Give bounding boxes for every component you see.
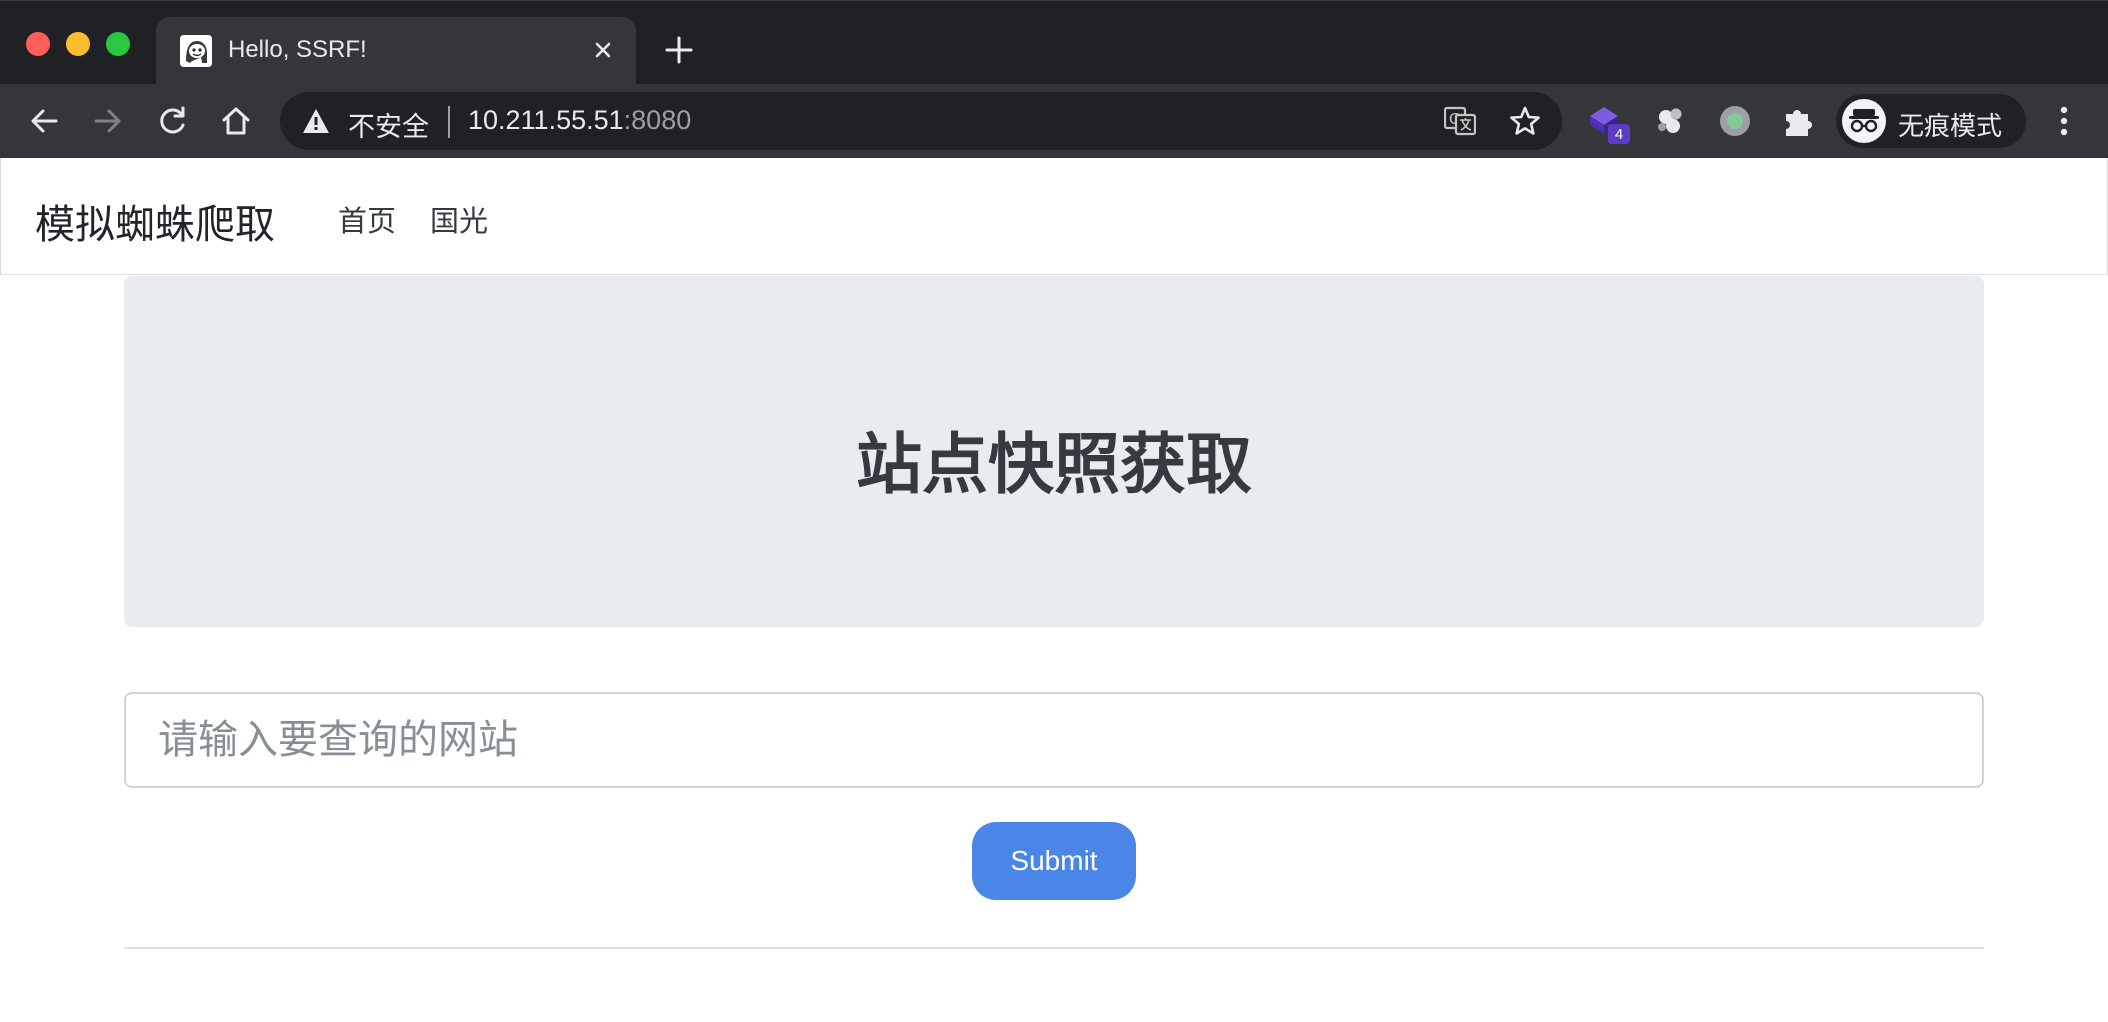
nav-link-guoguang[interactable]: 国光 (430, 198, 488, 240)
nav-link-home[interactable]: 首页 (338, 198, 396, 240)
website-url-input[interactable] (124, 692, 1984, 788)
url-text[interactable]: 10.211.55.51:8080 (468, 105, 691, 136)
address-bar-separator (448, 106, 450, 138)
web-page: 模拟蜘蛛爬取 首页 国光 站点快照获取 Submit (0, 158, 2108, 1022)
browser-tab-active[interactable]: Hello, SSRF! (156, 17, 636, 85)
incognito-profile-button[interactable]: 无痕模式 (1836, 94, 2026, 148)
reload-icon[interactable] (152, 101, 192, 141)
page-heading: 站点快照获取 (856, 426, 1252, 503)
not-secure-warning-icon[interactable] (302, 108, 330, 134)
puzzle-extensions-icon[interactable] (1776, 98, 1822, 144)
meme-face-icon (180, 35, 212, 67)
extension-badge-count: 4 (1615, 126, 1623, 143)
url-port: :8080 (623, 105, 692, 135)
translate-icon[interactable]: G (1443, 106, 1477, 136)
address-bar[interactable]: 不安全 10.211.55.51:8080 G (280, 92, 1562, 150)
zoom-window-button[interactable] (106, 32, 130, 56)
submit-button[interactable]: Submit (972, 822, 1136, 900)
close-window-button[interactable] (26, 32, 50, 56)
tab-strip: Hello, SSRF! (0, 0, 2108, 85)
security-status-label[interactable]: 不安全 (348, 105, 429, 144)
purple-cube-extension-icon[interactable]: 4 (1584, 98, 1630, 144)
green-dot-extension-icon[interactable] (1712, 98, 1758, 144)
home-icon[interactable] (216, 101, 256, 141)
gray-circles-extension-icon[interactable] (1648, 98, 1694, 144)
url-host: 10.211.55.51 (468, 105, 624, 135)
back-arrow-icon[interactable] (24, 101, 64, 141)
tab-title: Hello, SSRF! (228, 36, 367, 63)
minimize-window-button[interactable] (66, 32, 90, 56)
horizontal-divider (124, 947, 1984, 949)
site-navbar: 模拟蜘蛛爬取 首页 国光 (0, 158, 2108, 275)
forward-arrow-icon[interactable] (88, 101, 128, 141)
kebab-menu-icon[interactable] (2050, 101, 2078, 141)
browser-toolbar: 不安全 10.211.55.51:8080 G 4 无痕模式 (0, 84, 2108, 158)
bookmark-star-icon[interactable] (1508, 104, 1542, 138)
hero-jumbotron: 站点快照获取 (124, 276, 1984, 627)
new-tab-icon[interactable] (662, 33, 696, 67)
browser-window-frame: Hello, SSRF! 不安全 10.211.55.51:8080 G 4 无… (0, 0, 2108, 158)
incognito-icon (1842, 99, 1886, 143)
navbar-brand[interactable]: 模拟蜘蛛爬取 (35, 192, 275, 250)
close-tab-icon[interactable] (588, 35, 618, 65)
incognito-label: 无痕模式 (1898, 112, 2003, 142)
